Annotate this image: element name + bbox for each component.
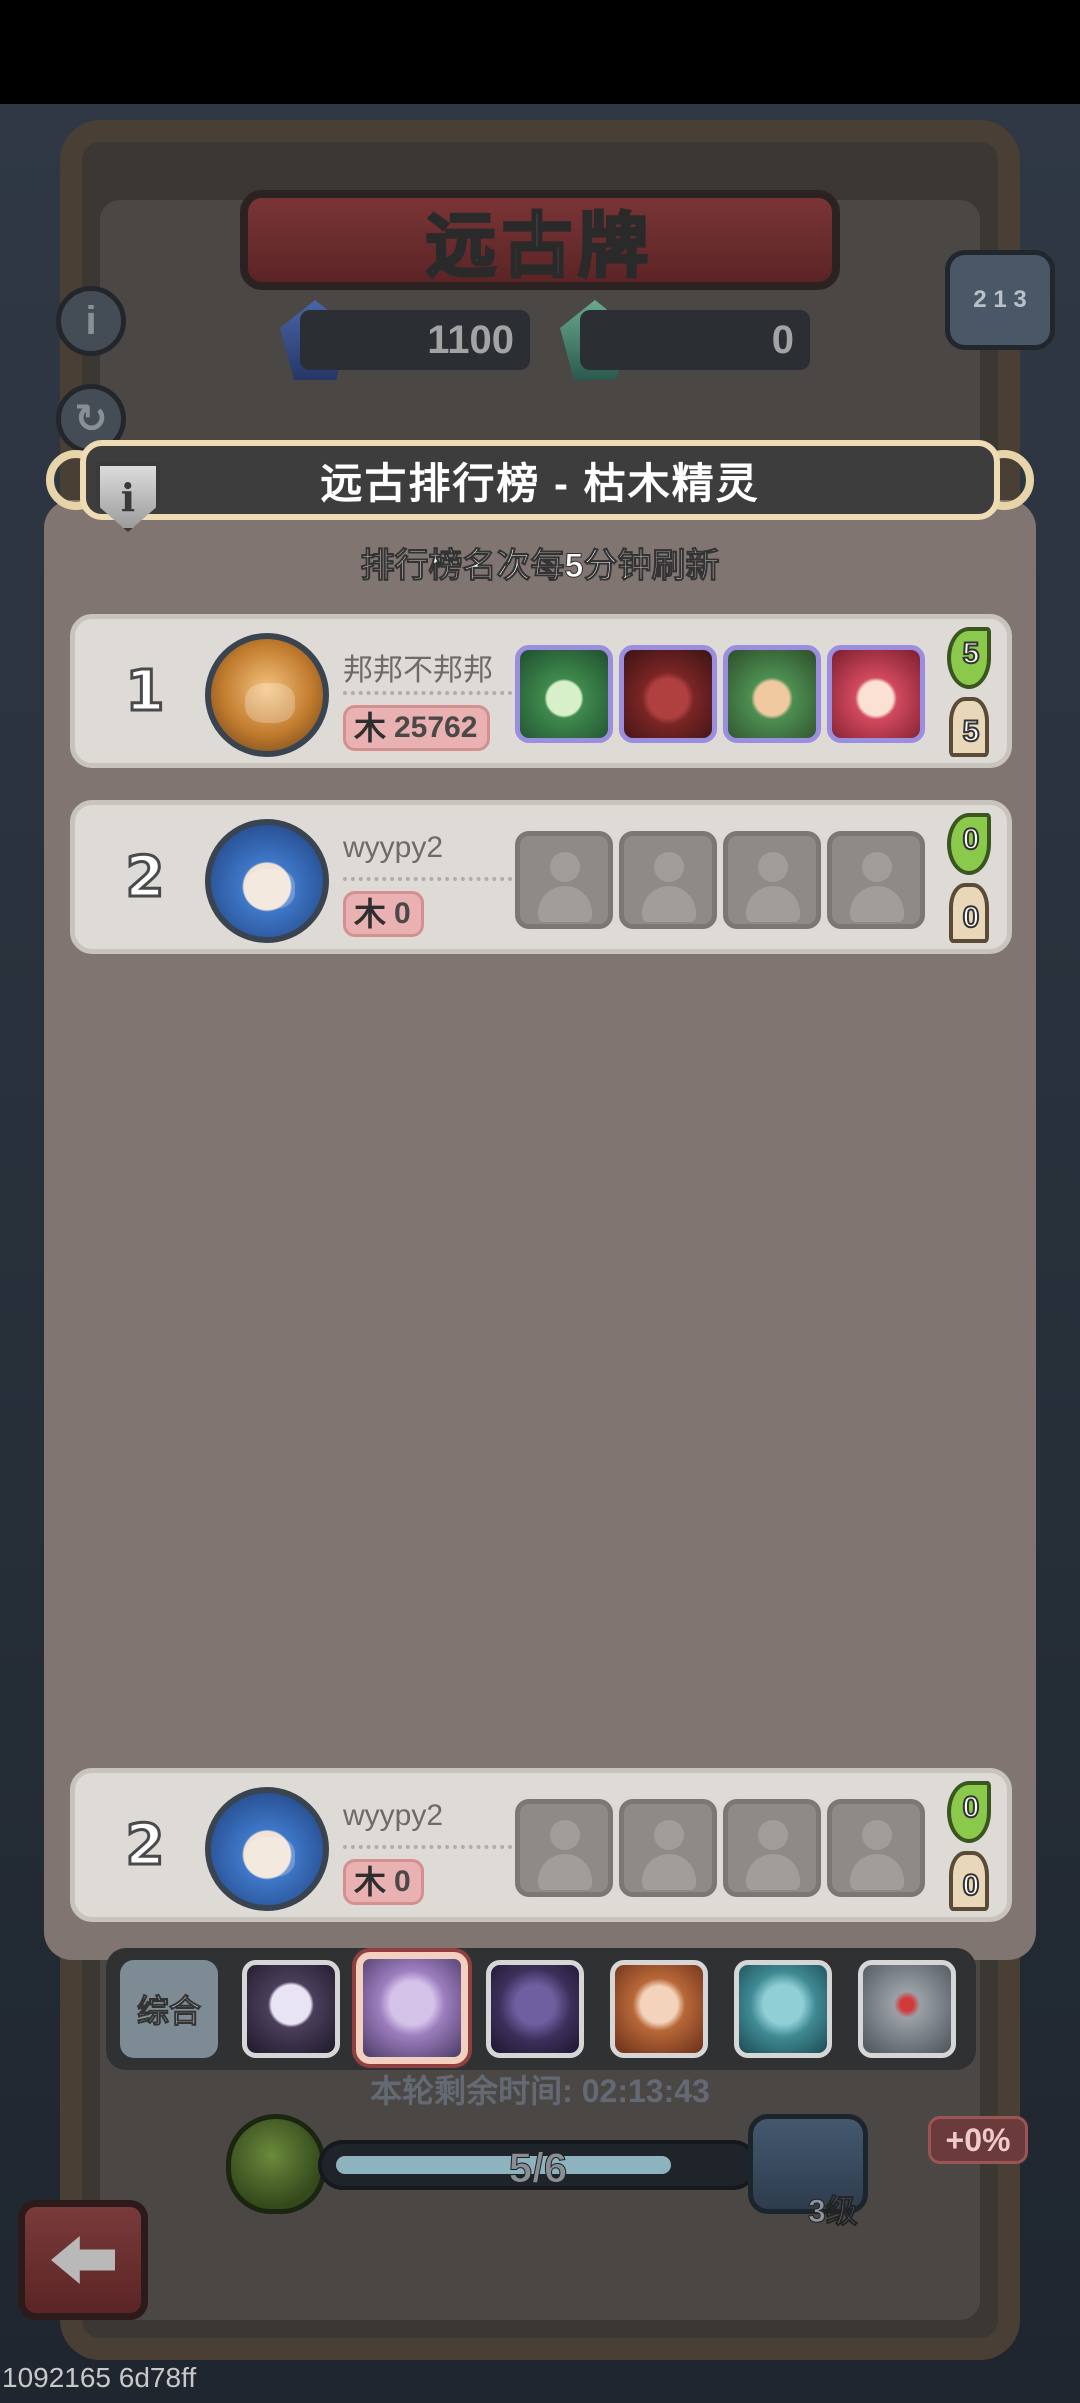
tower-icon: 木 xyxy=(353,896,386,932)
score-badge: 木 0 xyxy=(343,1859,424,1905)
player-name: wyypy2 xyxy=(343,831,444,864)
hero-card[interactable] xyxy=(827,645,925,743)
progress-bar: 5/6 xyxy=(318,2140,758,2192)
score-value: 0 xyxy=(394,897,411,930)
rank-number: 2 xyxy=(124,1812,166,1880)
knight-count: 0 xyxy=(962,1868,981,1903)
tower-icon: 木 xyxy=(353,710,386,746)
empty-hero-slot xyxy=(515,831,613,929)
tab-faction-beast[interactable] xyxy=(486,1960,584,2058)
currency-green-value: 0 xyxy=(580,310,810,370)
seed-icon xyxy=(226,2114,326,2214)
leaderboard-title: 远古排行榜 - 枯木精灵 xyxy=(320,459,760,507)
empty-hero-slot xyxy=(619,831,717,929)
row-stats: 0 0 xyxy=(941,811,1001,951)
player-name: 邦邦不邦邦 xyxy=(343,654,493,687)
title-plaque: 远古牌 xyxy=(240,190,840,290)
row-stats: 0 0 xyxy=(941,1779,1001,1919)
hero-lineup xyxy=(515,645,925,743)
hero-card[interactable] xyxy=(619,645,717,743)
leaderboard-header: 远古排行榜 - 枯木精灵 xyxy=(80,440,1000,520)
row-stats: 5 5 xyxy=(941,625,1001,765)
currency-blue-value: 1100 xyxy=(300,310,530,370)
tab-faction-monster[interactable] xyxy=(734,1960,832,2058)
tab-faction-shadow[interactable] xyxy=(242,1960,340,2058)
round-timer: 本轮剩余时间: 02:13:43 xyxy=(370,2073,710,2109)
page-title: 远古牌 xyxy=(425,203,654,288)
category-tab-bar: 综合 xyxy=(106,1948,976,2070)
info-icon[interactable]: i xyxy=(56,286,126,356)
empty-hero-slot xyxy=(723,1799,821,1897)
avatar[interactable] xyxy=(205,1787,329,1911)
score-value: 0 xyxy=(394,1865,411,1898)
hero-lineup xyxy=(515,1799,925,1897)
debug-text: 1092165 6d78ff xyxy=(2,2362,197,2393)
player-name: wyypy2 xyxy=(343,1799,444,1832)
back-arrow-icon xyxy=(51,2236,115,2284)
leaf-count: 5 xyxy=(962,636,981,671)
self-rank-row[interactable]: 2 wyypy2 木 0 0 0 xyxy=(70,1768,1012,1922)
score-value: 25762 xyxy=(394,711,478,744)
hero-card[interactable] xyxy=(515,645,613,743)
empty-hero-slot xyxy=(827,1799,925,1897)
leaf-count: 0 xyxy=(962,1790,981,1825)
leaderboard-row[interactable]: 1 邦邦不邦邦 木 25762 5 5 xyxy=(70,614,1012,768)
tab-faction-machine[interactable] xyxy=(858,1960,956,2058)
leaf-count: 0 xyxy=(962,822,981,857)
hero-lineup xyxy=(515,831,925,929)
rank-number: 2 xyxy=(124,844,166,912)
tab-faction-human[interactable] xyxy=(610,1960,708,2058)
empty-hero-slot xyxy=(723,831,821,929)
refresh-note: 排行榜名次每5分钟刷新 xyxy=(360,547,720,586)
tower-icon: 木 xyxy=(353,1864,386,1900)
empty-hero-slot xyxy=(515,1799,613,1897)
tab-faction-elf[interactable] xyxy=(356,1952,468,2064)
tab-all[interactable]: 综合 xyxy=(120,1960,218,2058)
chest-level: 3级 xyxy=(808,2193,859,2230)
progress-text: 5/6 xyxy=(508,2144,568,2192)
back-button[interactable] xyxy=(18,2200,148,2320)
knight-count: 5 xyxy=(962,714,981,749)
status-bar xyxy=(0,0,1080,104)
rank-number: 1 xyxy=(124,658,166,726)
leaderboard-row[interactable]: 2 wyypy2 木 0 0 0 xyxy=(70,800,1012,954)
hero-card[interactable] xyxy=(723,645,821,743)
bonus-badge: +0% xyxy=(928,2116,1028,2164)
knight-count: 0 xyxy=(962,900,981,935)
score-badge: 木 0 xyxy=(343,891,424,937)
podium-icon[interactable]: 2 1 3 xyxy=(945,250,1055,350)
avatar[interactable] xyxy=(205,633,329,757)
empty-hero-slot xyxy=(827,831,925,929)
empty-hero-slot xyxy=(619,1799,717,1897)
avatar[interactable] xyxy=(205,819,329,943)
score-badge: 木 25762 xyxy=(343,705,491,751)
